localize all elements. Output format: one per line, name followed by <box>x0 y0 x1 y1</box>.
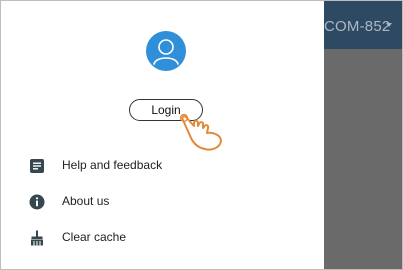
app-bar: COM-852 <box>324 1 402 49</box>
broom-icon <box>31 230 43 246</box>
navigation-drawer: Login Help and feedback About us Clear c… <box>1 1 324 269</box>
menu-item-label: About us <box>62 194 110 208</box>
app-window: COM-852 Login Help and feedback About us… <box>0 0 403 270</box>
drawer-scrim[interactable]: COM-852 <box>324 1 402 269</box>
menu-item-clear-cache[interactable]: Clear cache <box>1 223 324 253</box>
pointing-hand-icon <box>179 113 222 151</box>
menu-item-about-us[interactable]: About us <box>1 187 324 217</box>
app-bar-title[interactable]: COM-852 <box>324 18 390 35</box>
menu-item-help-feedback[interactable]: Help and feedback <box>1 151 324 181</box>
info-icon <box>29 194 45 210</box>
feedback-icon <box>30 159 44 173</box>
user-avatar-icon[interactable] <box>146 31 186 71</box>
menu-item-label: Clear cache <box>62 230 127 244</box>
dropdown-caret-icon[interactable] <box>386 23 392 27</box>
menu-item-label: Help and feedback <box>62 158 163 172</box>
